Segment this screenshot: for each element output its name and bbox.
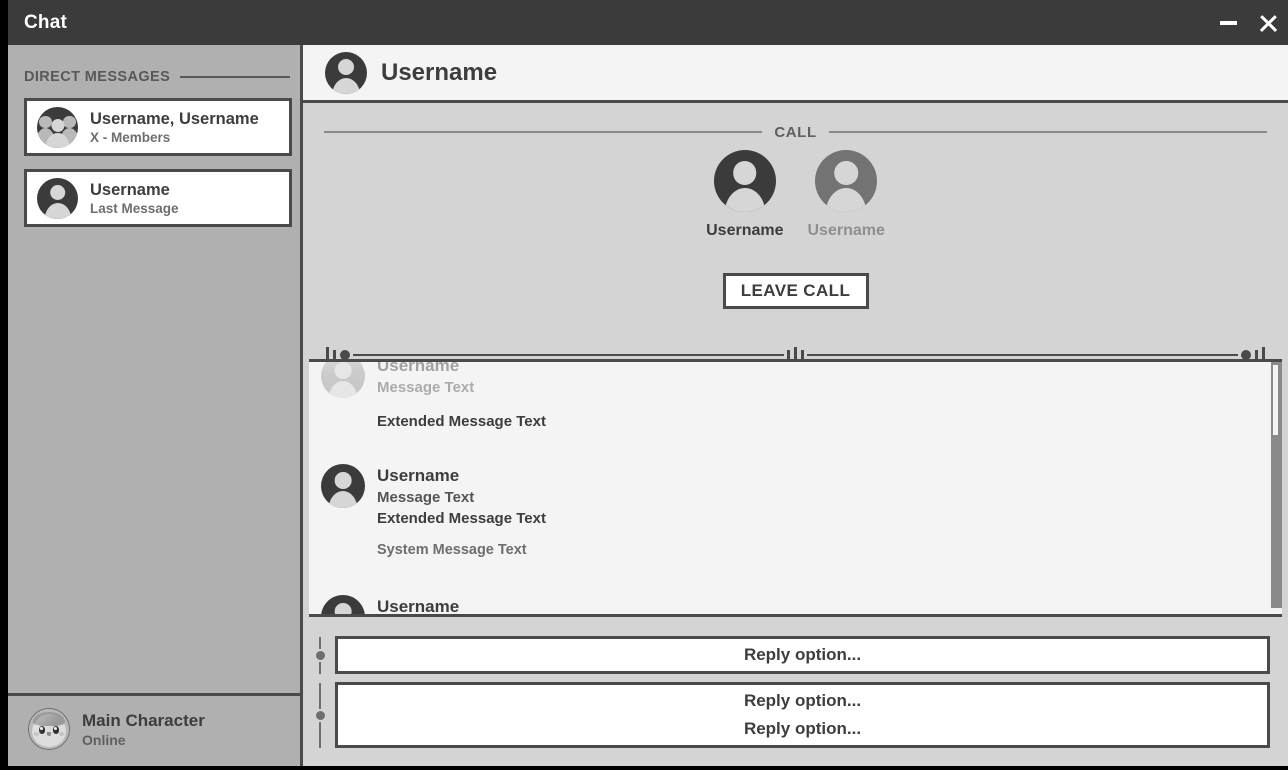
scrollbar-thumb[interactable] [1271,362,1282,608]
reply-entry-1: Reply option... [313,636,1270,674]
message-author: Username [377,359,460,375]
reply-option-button[interactable]: Reply option... [335,636,1270,674]
conversation-title: Username, Username [90,109,259,128]
resize-rule-right [807,353,1238,356]
reply-option-button[interactable]: Reply option... Reply option... [335,682,1270,748]
conversation-subtitle: X - Members [90,129,171,145]
message-text: Message Text [377,489,475,506]
group-avatar [37,106,78,148]
message-body: System Message Text [377,539,527,561]
conversation-texts: Username, Username X - Members [90,109,259,146]
reply-marker-icon [313,682,327,748]
message-body: Username Message Text Extended Message T… [377,464,546,529]
divider-left [324,131,763,133]
message-row-typing: Username [309,595,1260,616]
close-icon [1259,14,1277,32]
window-controls [1208,0,1288,45]
reply-option-label: Reply option... [743,645,862,664]
sidebar-conversation-group[interactable]: Username, Username X - Members [24,98,292,156]
person-avatar [321,595,365,614]
direct-messages-label: DIRECT MESSAGES [24,69,171,85]
message-body: Extended Message Text [377,410,546,432]
window-title: Chat [24,11,68,33]
conversation-texts: Username Last Message [90,180,179,217]
close-button[interactable] [1248,0,1288,45]
conversation-subtitle: Last Message [90,200,179,216]
participant-name: Username [807,222,885,239]
message-author: Username [377,466,460,485]
reply-option-label: Reply option... [743,719,862,738]
chat-app-window: Chat DIRECT MESSAGES Username, Username … [0,0,1288,770]
window-body: DIRECT MESSAGES Username, Username X - M… [8,45,1288,766]
conversation-title: Username [90,180,170,199]
main-panel: Username CALL Username Username LEAVE CA… [303,45,1288,766]
participant-name: Username [706,222,784,239]
reply-marker-icon [313,636,327,674]
message-extended-text: Extended Message Text [377,413,546,430]
message-list-inner: Username Message Text Extended Message T… [309,359,1260,616]
message-body: Username Message Text [377,359,475,398]
message-row: Extended Message Text [309,410,1260,454]
leave-call-button[interactable]: LEAVE CALL [722,273,869,309]
reply-option-label: Reply option... [743,691,862,710]
person-avatar [325,51,367,94]
call-participants: Username Username [303,150,1288,240]
sidebar-conversation-direct[interactable]: Username Last Message [24,169,292,227]
reply-options-area: Reply option... Reply option... Reply op… [303,620,1288,766]
call-label: CALL [774,123,817,141]
call-section: CALL Username Username LEAVE CALL [303,106,1288,341]
chat-header: Username [303,45,1288,103]
reply-entry-2: Reply option... Reply option... [313,682,1270,748]
message-list: Username Message Text Extended Message T… [309,359,1282,617]
message-author: Username [377,597,460,616]
profile-name: Main Character [82,710,205,730]
sidebar-divider [8,693,300,696]
person-avatar [37,177,78,219]
message-text: Message Text [377,379,475,396]
person-avatar [713,150,776,212]
person-avatar-faded [321,362,365,398]
message-row: Username Message Text Extended Message T… [309,464,1260,529]
resize-rule-left [353,353,784,356]
call-divider: CALL [324,123,1268,141]
creature-avatar [28,708,70,750]
message-extended-text: Extended Message Text [377,510,546,527]
page-title: Username [381,58,498,86]
header-divider [180,76,290,78]
person-avatar-muted [815,150,878,212]
call-participant-1[interactable]: Username [706,150,784,240]
status-badge: Online [82,731,126,748]
user-profile[interactable]: Main Character Online [18,700,293,758]
system-message-row: System Message Text [309,539,1260,583]
message-row: Username Message Text [309,359,1260,398]
minimize-icon [1219,20,1237,25]
sidebar: DIRECT MESSAGES Username, Username X - M… [8,45,303,766]
message-body: Username [377,595,460,616]
system-message-text: System Message Text [377,542,527,558]
title-bar: Chat [8,0,1288,45]
profile-texts: Main Character Online [82,710,205,749]
minimize-button[interactable] [1208,0,1248,45]
divider-right [828,131,1268,133]
call-participant-2[interactable]: Username [808,150,885,240]
direct-messages-header: DIRECT MESSAGES [24,66,292,88]
person-avatar [321,464,365,508]
